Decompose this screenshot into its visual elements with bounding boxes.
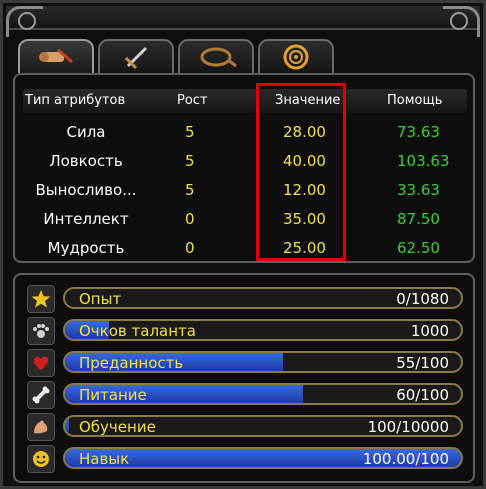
star-icon <box>27 285 55 313</box>
paw-icon <box>27 317 55 345</box>
attribute-help: 33.63 <box>397 181 440 199</box>
tab-equipment[interactable] <box>98 39 174 73</box>
food-bar: Питание 60/100 <box>63 383 463 405</box>
tab-attributes[interactable] <box>18 39 94 73</box>
stat-value: 0/1080 <box>396 290 449 308</box>
stat-label: Опыт <box>79 290 122 308</box>
stat-value: 100/10000 <box>367 418 449 436</box>
pet-attributes-window: Тип атрибутов Рост Значение Помощь Сила … <box>0 0 486 489</box>
muscle-icon <box>27 413 55 441</box>
stat-label: Питание <box>79 386 147 404</box>
stat-label: Преданность <box>79 354 184 372</box>
attribute-name: Выносливо... <box>35 181 137 199</box>
attribute-help: 73.63 <box>397 123 440 141</box>
col-growth-header: Рост <box>177 93 208 108</box>
scroll-icon <box>39 48 73 64</box>
attributes-panel: Тип атрибутов Рост Значение Помощь Сила … <box>13 73 475 263</box>
tab-training[interactable] <box>178 39 254 73</box>
attribute-help: 103.63 <box>397 152 450 170</box>
value-column-highlight <box>256 83 346 261</box>
training-bar: Обучение 100/10000 <box>63 415 463 437</box>
col-type-header: Тип атрибутов <box>25 93 126 108</box>
attribute-growth: 5 <box>185 123 195 141</box>
attribute-help: 87.50 <box>397 210 440 228</box>
attribute-name: Интеллект <box>43 210 129 228</box>
stat-row-talent: Очков таланта 1000 <box>27 317 467 345</box>
stat-row-training: Обучение 100/10000 <box>27 413 467 441</box>
attribute-growth: 5 <box>185 181 195 199</box>
sword-icon <box>124 46 148 70</box>
stat-label: Навык <box>79 450 130 468</box>
attribute-growth: 0 <box>185 210 195 228</box>
attribute-name: Ловкость <box>49 152 123 170</box>
stat-row-skill: Навык 100.00/100 <box>27 445 467 473</box>
attributes-header: Тип атрибутов Рост Значение Помощь <box>23 89 467 113</box>
experience-bar: Опыт 0/1080 <box>63 287 463 309</box>
smiley-icon <box>27 445 55 473</box>
tab-skills[interactable] <box>258 39 334 73</box>
attribute-row: Интеллект 0 35.00 87.50 <box>15 210 475 230</box>
stat-label: Очков таланта <box>79 322 196 340</box>
attribute-row: Мудрость 0 25.00 62.50 <box>15 239 475 259</box>
col-help-header: Помощь <box>387 93 443 108</box>
ornament-right <box>450 12 468 30</box>
stat-value: 100.00/100 <box>362 450 449 468</box>
whip-icon <box>200 47 237 68</box>
loyalty-bar: Преданность 55/100 <box>63 351 463 373</box>
attribute-row: Сила 5 28.00 73.63 <box>15 123 475 143</box>
attribute-name: Мудрость <box>47 239 125 257</box>
attribute-growth: 0 <box>185 239 195 257</box>
stat-row-food: Питание 60/100 <box>27 381 467 409</box>
stat-value: 60/100 <box>396 386 449 404</box>
stat-row-experience: Опыт 0/1080 <box>27 285 467 313</box>
title-bar <box>6 6 480 37</box>
ornament-left <box>18 12 36 30</box>
attribute-name: Сила <box>66 123 106 141</box>
attribute-row: Выносливо... 5 12.00 33.63 <box>15 181 475 201</box>
training-bar-fill <box>65 417 69 435</box>
stat-row-loyalty: Преданность 55/100 <box>27 349 467 377</box>
attribute-help: 62.50 <box>397 239 440 257</box>
heart-icon <box>27 349 55 377</box>
attribute-row: Ловкость 5 40.00 103.63 <box>15 152 475 172</box>
bone-icon <box>27 381 55 409</box>
tab-bar <box>18 39 334 73</box>
stats-panel: Опыт 0/1080 Очков таланта 1000 Преданнос… <box>13 273 475 483</box>
spiral-icon <box>283 44 309 70</box>
attribute-growth: 5 <box>185 152 195 170</box>
skill-bar: Навык 100.00/100 <box>63 447 463 469</box>
stat-label: Обучение <box>79 418 156 436</box>
stat-value: 1000 <box>410 322 449 340</box>
talent-bar: Очков таланта 1000 <box>63 319 463 341</box>
stat-value: 55/100 <box>396 354 449 372</box>
